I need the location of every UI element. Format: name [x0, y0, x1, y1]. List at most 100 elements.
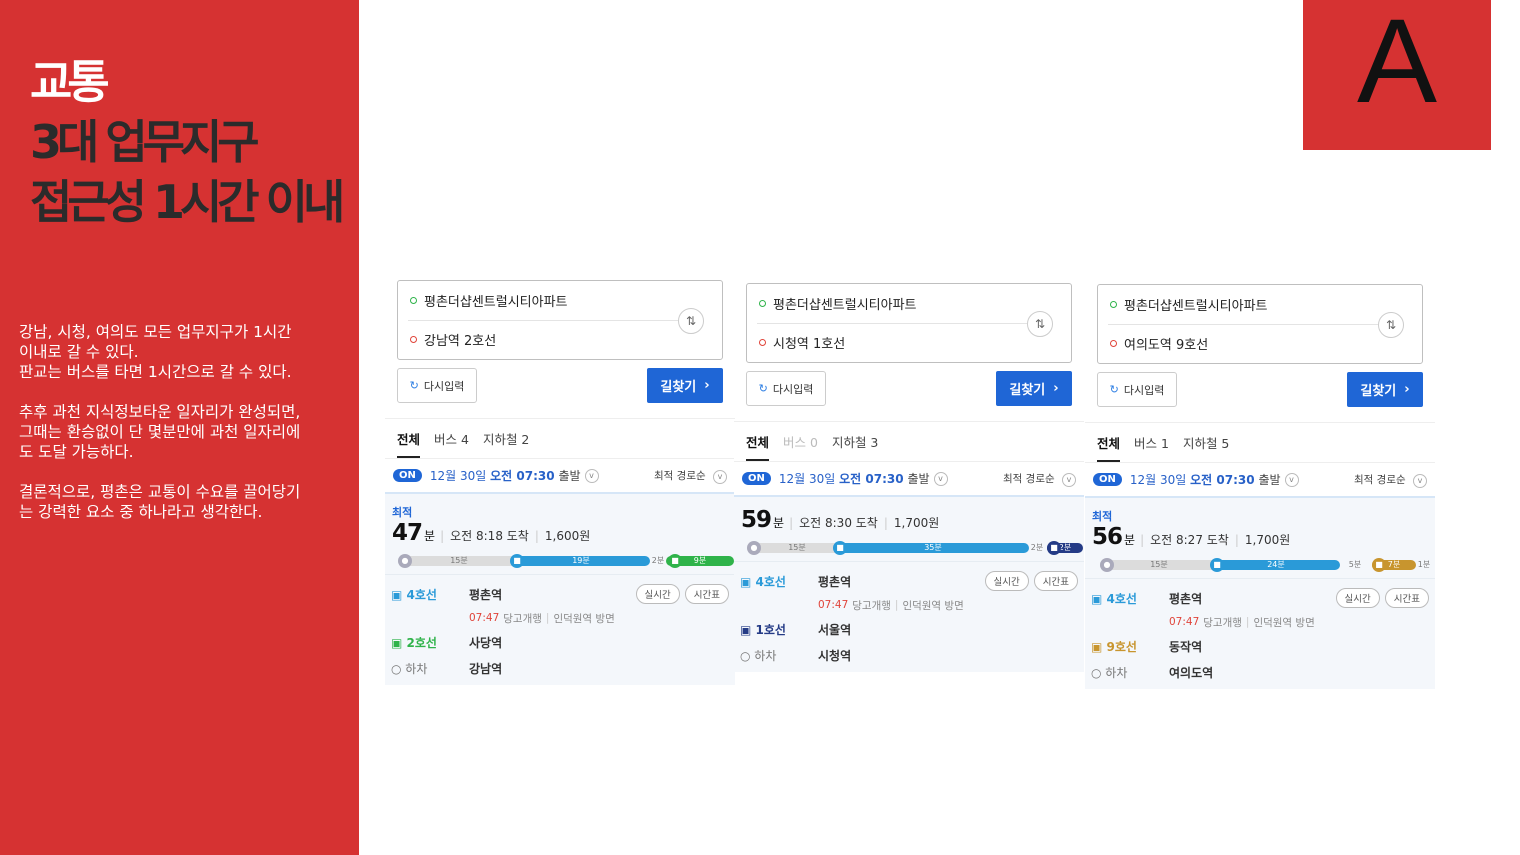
- total-duration: 59 분: [741, 507, 784, 533]
- divider: [408, 320, 678, 321]
- tab-bus[interactable]: 버스 4: [434, 429, 469, 448]
- route-summary[interactable]: 59 분 | 오전 8:30 도착 | 1,700원 15분 ● 35분 ■ 2분…: [734, 497, 1084, 561]
- route-timeline-bar: 15분 ● 35분 ■ 2분 2분 ■: [741, 541, 1083, 555]
- find-route-button[interactable]: 길찾기 ›: [647, 368, 723, 403]
- tab-all[interactable]: 전체: [746, 432, 770, 461]
- tab-all[interactable]: 전체: [1097, 433, 1121, 462]
- realtime-button[interactable]: 실시간: [1335, 588, 1380, 608]
- chevron-down-icon: v: [1413, 473, 1427, 488]
- reset-button[interactable]: ↻ 다시입력: [746, 371, 826, 406]
- results-panel: 전체 버스 1 지하철 5 ON 12월 30일 오전 07:30 출발 v 최…: [1085, 422, 1435, 689]
- station-name: 강남역: [469, 661, 503, 676]
- chevron-down-icon[interactable]: v: [584, 468, 599, 483]
- tab-subway[interactable]: 지하철 2: [483, 429, 529, 448]
- timetable-button[interactable]: 시간표: [1033, 571, 1078, 591]
- swap-icon[interactable]: ⇅: [1378, 312, 1404, 338]
- origin-field[interactable]: 평촌더샵센트럴시티아파트: [759, 294, 917, 313]
- subway-icon: ■: [1047, 541, 1061, 555]
- getoff-label: ○ 하차: [391, 661, 428, 676]
- station-name: 시청역: [818, 648, 852, 663]
- route-summary[interactable]: 최적 56 분 | 오전 8:27 도착 | 1,700원 15분 ● 24분 ■…: [1085, 498, 1435, 578]
- fare: 1,700원: [893, 516, 940, 530]
- chevron-right-icon: ›: [1404, 382, 1410, 397]
- on-badge[interactable]: ON: [1093, 473, 1122, 486]
- origin-text: 평촌더샵센트럴시티아파트: [773, 298, 917, 313]
- tab-bus[interactable]: 버스 1: [1134, 433, 1169, 452]
- arrival-time: 오전 8:30 도착: [799, 516, 878, 530]
- route-steps: ▣ 4호선 평촌역 실시간 시간표 07:47 당고개행 | 인덕원역 방면 ▣…: [385, 574, 735, 685]
- line-badge: ▣ 4호선: [1091, 591, 1137, 606]
- reset-button[interactable]: ↻ 다시입력: [1097, 372, 1177, 407]
- line-badge: ▣ 4호선: [391, 587, 437, 602]
- station-name: 사당역: [469, 635, 503, 650]
- result-tabs: 전체 버스 4 지하철 2: [385, 418, 735, 458]
- depart-suffix: 출발: [907, 472, 930, 486]
- swap-icon[interactable]: ⇅: [678, 308, 704, 334]
- chevron-down-icon[interactable]: v: [933, 471, 948, 486]
- corner-label-box: A: [1303, 0, 1491, 150]
- find-route-button[interactable]: 길찾기 ›: [996, 371, 1072, 406]
- origin-field[interactable]: 평촌더샵센트럴시티아파트: [1110, 295, 1268, 314]
- swap-icon[interactable]: ⇅: [1027, 311, 1053, 337]
- realtime-button[interactable]: 실시간: [635, 584, 680, 604]
- ride-segment: 19분: [512, 556, 650, 566]
- chevron-right-icon: ›: [704, 378, 710, 393]
- destination-text: 여의도역 9호선: [1124, 338, 1209, 353]
- transfer-segment: 2분: [1030, 543, 1044, 552]
- time-text: 오전 07:30: [839, 472, 904, 486]
- action-row: ↻ 다시입력 길찾기 ›: [1097, 372, 1423, 408]
- summary-line: 56 분 | 오전 8:27 도착 | 1,700원: [1092, 524, 1291, 550]
- origin-field[interactable]: 평촌더샵센트럴시티아파트: [410, 291, 568, 310]
- train-time: 07:47: [1169, 616, 1200, 628]
- result-tabs: 전체 버스 1 지하철 5: [1085, 422, 1435, 462]
- ride-segment: 35분: [837, 543, 1029, 553]
- destination-text: 강남역 2호선: [424, 334, 497, 349]
- reset-button[interactable]: ↻ 다시입력: [397, 368, 477, 403]
- on-badge[interactable]: ON: [393, 469, 422, 482]
- tab-subway[interactable]: 지하철 3: [832, 432, 878, 451]
- route-steps: ▣ 4호선 평촌역 실시간 시간표 07:47 당고개행 | 인덕원역 방면 ▣…: [734, 561, 1084, 672]
- step-transfer: ▣ 9호선 동작역: [1091, 633, 1429, 659]
- title-line-3: 접근성 1시간 이내: [30, 175, 345, 229]
- sort-select[interactable]: 최적 경로순 v: [654, 468, 727, 484]
- chevron-down-icon[interactable]: v: [1284, 472, 1299, 487]
- find-route-button[interactable]: 길찾기 ›: [1347, 372, 1423, 407]
- date-text: 12월 30일: [1129, 473, 1187, 487]
- arrival-time: 오전 8:27 도착: [1150, 533, 1229, 547]
- destination-field[interactable]: 강남역 2호선: [410, 330, 496, 349]
- paragraph: 강남, 시청, 여의도 모든 업무지구가 1시간 이내로 갈 수 있다. 판교는…: [19, 323, 292, 381]
- tab-all[interactable]: 전체: [397, 429, 421, 458]
- timetable-button[interactable]: 시간표: [684, 584, 729, 604]
- summary-line: 47 분 | 오전 8:18 도착 | 1,600원: [392, 520, 591, 546]
- departure-time[interactable]: 12월 30일 오전 07:30 출발: [430, 467, 581, 484]
- step-getoff: ○ 하차 강남역: [391, 655, 729, 681]
- sort-select[interactable]: 최적 경로순 v: [1003, 471, 1076, 487]
- total-duration: 56 분: [1092, 524, 1135, 550]
- best-badge: 최적: [392, 506, 413, 519]
- timetable-button[interactable]: 시간표: [1384, 588, 1429, 608]
- destination-field[interactable]: 시청역 1호선: [759, 333, 845, 352]
- chevron-down-icon: v: [1062, 472, 1076, 487]
- sort-select[interactable]: 최적 경로순 v: [1354, 472, 1427, 488]
- walk-segment: 15분: [749, 543, 845, 553]
- tab-bus[interactable]: 버스 0: [783, 432, 818, 451]
- route-summary[interactable]: 최적 47 분 | 오전 8:18 도착 | 1,600원 15분 ● 19분 ■…: [385, 494, 735, 574]
- step-board: ▣ 4호선 평촌역 실시간 시간표: [1091, 585, 1429, 611]
- best-badge: 최적: [1092, 510, 1113, 523]
- on-badge[interactable]: ON: [742, 472, 771, 485]
- origin-dot-icon: [410, 297, 417, 304]
- departure-time[interactable]: 12월 30일 오전 07:30 출발: [1130, 471, 1281, 488]
- destination-field[interactable]: 여의도역 9호선: [1110, 334, 1208, 353]
- getoff-label: ○ 하차: [740, 648, 777, 663]
- departure-time[interactable]: 12월 30일 오전 07:30 출발: [779, 470, 930, 487]
- reset-label: 다시입력: [1123, 383, 1165, 397]
- result-tabs: 전체 버스 0 지하철 3: [734, 421, 1084, 461]
- reset-label: 다시입력: [772, 382, 814, 396]
- results-panel: 전체 버스 4 지하철 2 ON 12월 30일 오전 07:30 출발 v 최…: [385, 418, 735, 685]
- title-line-2: 3대 업무지구: [30, 115, 260, 169]
- station-name: 서울역: [818, 622, 852, 637]
- route-timeline-bar: 15분 ● 24분 ■ 5분 7분 ■ 1분: [1092, 558, 1430, 572]
- depart-suffix: 출발: [1258, 473, 1281, 487]
- realtime-button[interactable]: 실시간: [984, 571, 1029, 591]
- tab-subway[interactable]: 지하철 5: [1183, 433, 1229, 452]
